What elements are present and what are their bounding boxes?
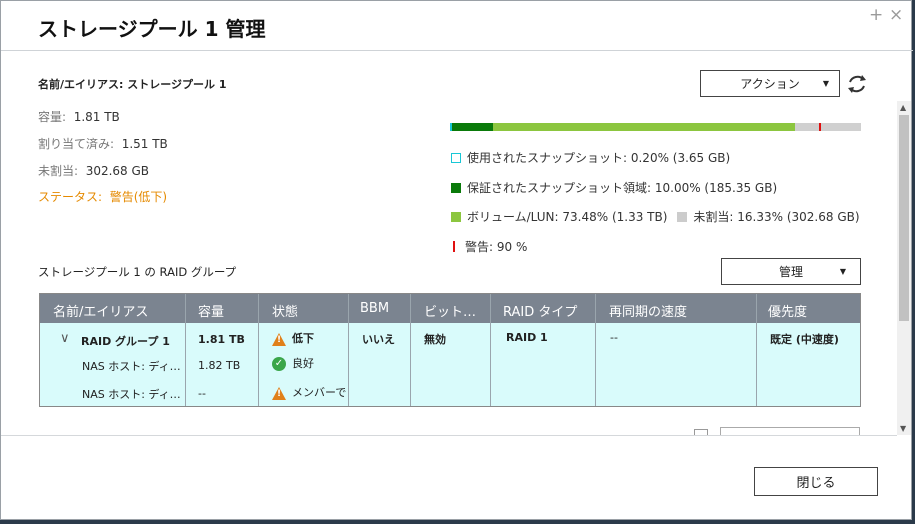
disk-name: NAS ホスト: ディ… [82,360,181,373]
legend-snapshot: 使用されたスナップショット: 0.20% (3.65 GB) [451,149,730,166]
unallocated-value: 302.68 GB [85,164,150,178]
capacity-label: 容量: [38,110,67,124]
group-capacity: 1.81 TB [198,333,245,346]
group-priority: 既定 (中速度) [770,333,839,346]
unallocated-label: 未割当: [38,164,79,178]
check-icon: ✓ [272,357,286,371]
disk-status-label: 良好 [292,357,314,370]
allocated-value: 1.51 TB [121,137,168,151]
plus-icon[interactable]: + [869,5,883,25]
legend-volume: ボリューム/LUN: 73.48% (1.33 TB) 未割当: 16.33% … [451,208,860,225]
refresh-icon[interactable] [846,73,868,95]
warning-icon [272,332,286,346]
column-divider [348,294,349,406]
close-button[interactable]: 閉じる [754,467,878,496]
pool-name: 名前/エイリアス: ストレージプール 1 [38,78,227,91]
legend-unallocated-label: 未割当: 16.33% (302.68 GB) [693,210,860,224]
group-bitmap: 無効 [424,333,446,346]
legend-warning-label: 警告: 90 % [465,240,528,254]
disk-name: NAS ホスト: ディ… [82,388,181,401]
action-button-label: アクション [740,77,800,91]
storage-pool-dialog: ストレージプール 1 管理 + × 名前/エイリアス: ストレージプール 1 容… [0,0,913,520]
vertical-scrollbar[interactable]: ▲ ▼ [897,101,911,435]
column-divider [490,294,491,406]
snapshot-swatch [451,152,461,163]
legend-reserved: 保証されたスナップショット領域: 10.00% (185.35 GB) [451,179,777,196]
column-divider [185,294,186,406]
volume-swatch [451,211,461,222]
legend-volume-label: ボリューム/LUN: 73.48% (1.33 TB) [467,210,668,224]
capacity-value: 1.81 TB [73,110,120,124]
column-divider [258,294,259,406]
chevron-down-icon[interactable]: ∨ [60,331,70,346]
disk-status: メンバーで [272,384,348,400]
warning-icon [272,386,286,400]
warning-swatch [453,241,455,252]
legend-warning: 警告: 90 % [451,238,527,255]
capacity-info: 容量: 1.81 TB [38,108,120,125]
header-bbm[interactable]: BBM [360,301,389,316]
caret-down-icon: ▼ [822,79,829,88]
reserved-swatch [451,182,461,193]
header-status[interactable]: 状態 [272,301,298,320]
header-priority[interactable]: 優先度 [768,301,807,320]
close-icon[interactable]: × [889,5,903,25]
scroll-down-icon[interactable]: ▼ [900,424,906,433]
header-name[interactable]: 名前/エイリアス [53,301,148,320]
group-status-label: 低下 [292,332,314,345]
raid-group-table: 名前/エイリアス 容量 状態 BBM ビット… RAID タイプ 再同期の速度 … [39,293,861,407]
usage-segment-reserved [452,123,494,131]
disk-capacity: 1.82 TB [198,359,241,372]
title-divider [1,50,913,51]
disk-capacity: -- [198,387,206,400]
disk-status-label: メンバーで [292,386,347,399]
raid-section-title: ストレージプール 1 の RAID グループ [38,265,237,279]
action-button[interactable]: アクション ▼ [700,70,840,97]
column-divider [595,294,596,406]
unallocated-info: 未割当: 302.68 GB [38,162,149,179]
disk-status: ✓ 良好 [272,355,314,371]
status-value: 警告(低下) [109,190,168,204]
manage-button-label: 管理 [778,265,803,279]
dialog-title: ストレージプール 1 管理 [38,17,266,41]
group-resync: -- [610,331,618,344]
unallocated-swatch [677,211,688,222]
manage-button[interactable]: 管理 ▼ [721,258,861,285]
group-bbm: いいえ [362,333,395,346]
usage-segment-volume [493,123,796,131]
header-resync[interactable]: 再同期の速度 [609,301,687,320]
allocated-info: 割り当て済み: 1.51 TB [38,135,168,152]
group-status: 低下 [272,330,314,346]
header-raid-type[interactable]: RAID タイプ [503,301,577,320]
header-capacity[interactable]: 容量 [198,301,224,320]
group-raid-type: RAID 1 [506,331,548,344]
status-label: ステータス: [38,190,103,204]
allocated-label: 割り当て済み: [38,137,115,151]
scroll-up-icon[interactable]: ▲ [900,103,906,112]
status-info: ステータス: 警告(低下) [38,188,167,205]
header-bitmap[interactable]: ビット… [424,301,476,320]
close-button-label: 閉じる [796,476,836,491]
group-name: RAID グループ 1 [81,335,170,348]
caret-down-icon: ▼ [839,267,846,276]
warning-threshold-marker [818,123,821,131]
column-divider [410,294,411,406]
scrollbar-thumb[interactable] [899,115,909,321]
footer-divider [1,435,897,436]
usage-bar [450,123,861,131]
legend-reserved-label: 保証されたスナップショット領域: 10.00% (185.35 GB) [467,181,778,195]
column-divider [756,294,757,406]
legend-snapshot-label: 使用されたスナップショット: 0.20% (3.65 GB) [467,151,731,165]
table-header: 名前/エイリアス 容量 状態 BBM ビット… RAID タイプ 再同期の速度 … [40,294,860,323]
